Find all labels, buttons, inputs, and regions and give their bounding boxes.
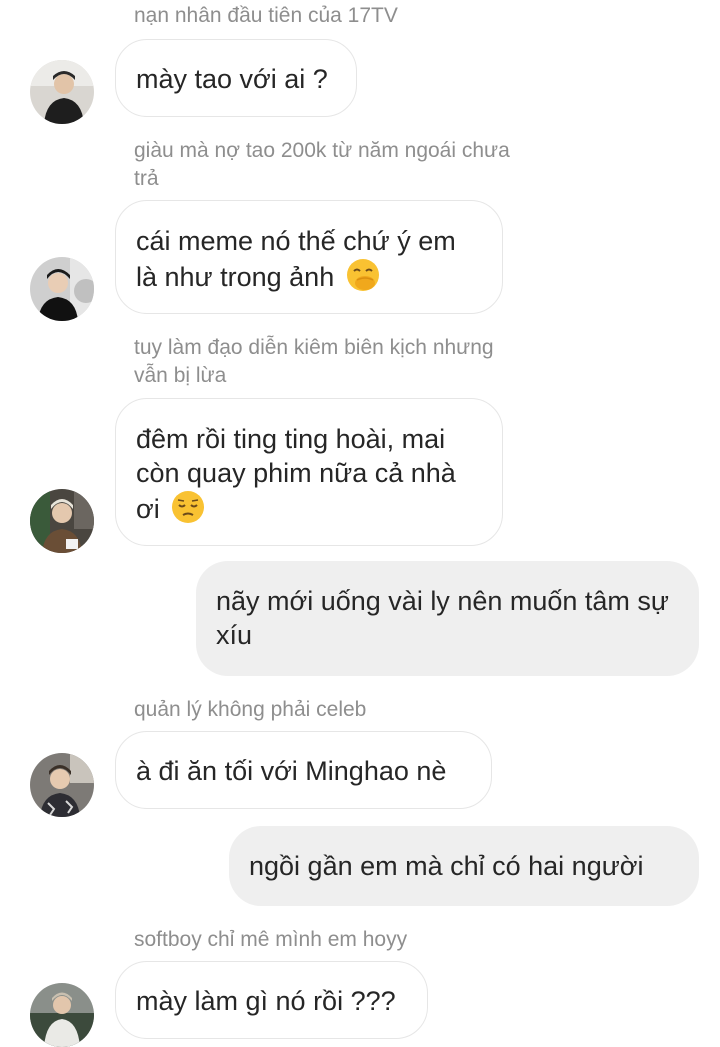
message-bubble[interactable]: mày làm gì nó rồi ??? <box>115 961 428 1039</box>
avatar[interactable] <box>30 60 94 124</box>
message-bubble[interactable]: nãy mới uống vài ly nên muốn tâm sự xíu <box>196 561 699 676</box>
hand-over-mouth-emoji <box>346 258 380 300</box>
pensive-emoji <box>171 490 205 532</box>
message-text: à đi ăn tối với Minghao nè <box>136 756 447 786</box>
message-bubble[interactable]: đêm rồi ting ting hoài, mai còn quay phi… <box>115 398 503 546</box>
message-text: ngồi gần em mà chỉ có hai người <box>249 851 644 881</box>
message-text: mày làm gì nó rồi ??? <box>136 986 396 1016</box>
avatar[interactable] <box>30 983 94 1047</box>
message-text: cái meme nó thế chứ ý em là như trong ản… <box>136 226 456 292</box>
message-bubble[interactable]: ngồi gần em mà chỉ có hai người <box>229 826 699 906</box>
sender-name: softboy chỉ mê mình em hoyy <box>134 928 408 951</box>
message-bubble[interactable]: cái meme nó thế chứ ý em là như trong ản… <box>115 200 503 314</box>
avatar[interactable] <box>30 257 94 321</box>
avatar[interactable] <box>30 753 94 817</box>
message-bubble[interactable]: mày tao với ai ? <box>115 39 357 117</box>
message-text: mày tao với ai ? <box>136 64 328 94</box>
avatar[interactable] <box>30 489 94 553</box>
sender-name: nạn nhân đầu tiên của 17TV <box>134 4 398 27</box>
sender-name: quản lý không phải celeb <box>134 698 367 721</box>
message-bubble[interactable]: à đi ăn tối với Minghao nè <box>115 731 492 809</box>
sender-name: tuy làm đạo diễn kiêm biên kịch nhưng vẫ… <box>134 336 494 387</box>
message-text: nãy mới uống vài ly nên muốn tâm sự xíu <box>216 586 669 650</box>
sender-name: giàu mà nợ tao 200k từ năm ngoái chưa tr… <box>134 139 510 190</box>
